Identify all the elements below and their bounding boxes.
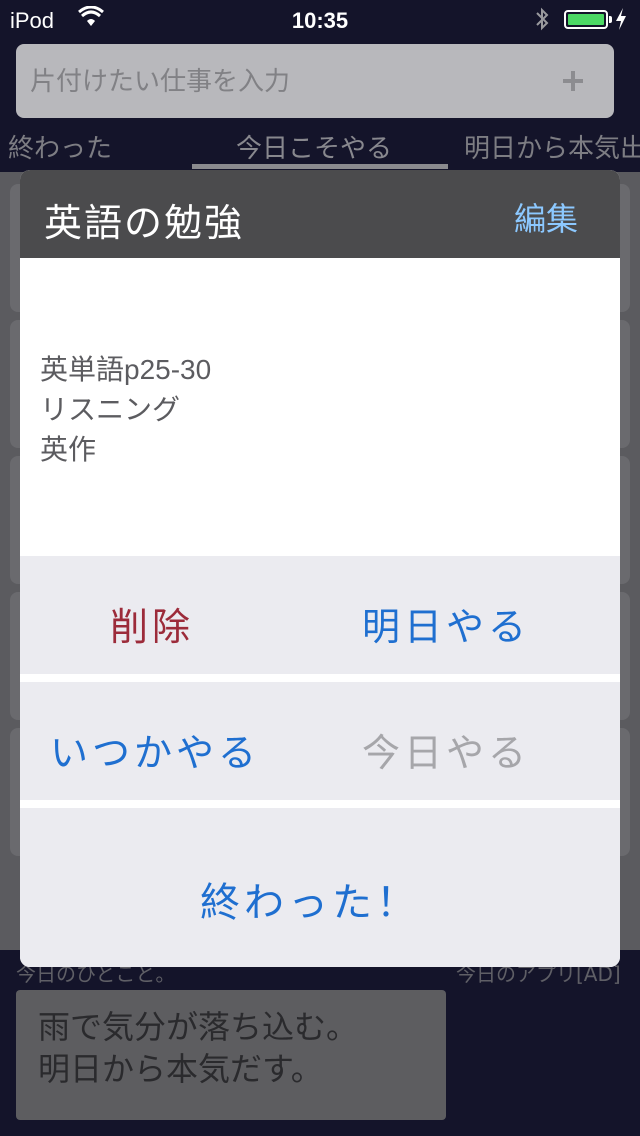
edit-button[interactable]: 編集 <box>514 194 578 240</box>
tab-done[interactable]: 終わった <box>8 128 112 165</box>
tab-bar: 終わった 今日こそやる 明日から本気出 <box>0 124 640 170</box>
divider <box>20 800 620 808</box>
task-detail-modal: 英語の勉強 編集 英単語p25-30 リスニング 英作 削除 明日やる いつかや… <box>20 170 620 967</box>
tab-indicator <box>192 164 448 169</box>
charging-icon <box>614 6 628 38</box>
modal-title: 英語の勉強 <box>44 201 245 245</box>
task-input-bar <box>16 44 614 118</box>
battery-icon <box>564 10 612 29</box>
do-today-button[interactable]: 今日やる <box>362 722 530 777</box>
divider <box>20 674 620 682</box>
task-line: リスニング <box>40 394 181 425</box>
status-bar: iPod 10:35 <box>0 0 640 40</box>
task-line: 英作 <box>40 434 97 465</box>
task-notes: 英単語p25-30 リスニング 英作 <box>20 258 620 556</box>
modal-header: 英語の勉強 編集 <box>20 170 620 258</box>
tab-tomorrow[interactable]: 明日から本気出 <box>464 128 640 165</box>
do-tomorrow-button[interactable]: 明日やる <box>362 596 530 651</box>
done-button[interactable]: 終わった！ <box>200 870 420 928</box>
daily-note-box[interactable]: 雨で気分が落ち込む。 明日から本気だす。 <box>16 990 446 1120</box>
bluetooth-icon <box>534 6 550 38</box>
task-input[interactable] <box>28 56 552 108</box>
tab-today[interactable]: 今日こそやる <box>236 128 392 165</box>
task-line: 英単語p25-30 <box>40 354 212 385</box>
delete-button[interactable]: 削除 <box>110 596 194 651</box>
plus-icon[interactable] <box>558 66 588 96</box>
do-someday-button[interactable]: いつかやる <box>50 722 260 777</box>
daily-note-text: 雨で気分が落ち込む。 明日から本気だす。 <box>38 1008 359 1088</box>
